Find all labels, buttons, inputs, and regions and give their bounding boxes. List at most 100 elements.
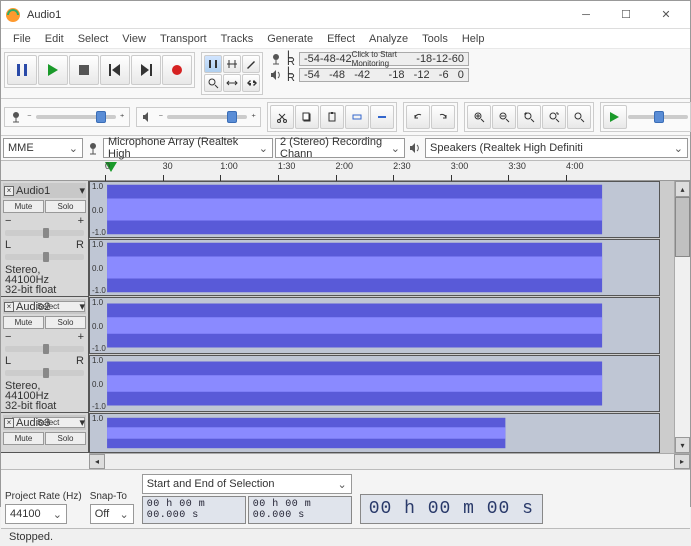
track-gain-1[interactable] (5, 230, 84, 236)
timeline-ruler[interactable]: 0301:001:302:002:303:003:304:00 (1, 161, 690, 181)
playback-meter[interactable]: -54-48-42 -18-12-60 (299, 68, 469, 82)
track-name-2[interactable]: Audio2 (16, 301, 50, 313)
pause-button[interactable] (7, 55, 37, 85)
track-mute-3[interactable]: Mute (3, 432, 44, 445)
timeline-tick: 3:00 (451, 161, 469, 180)
track-mute-2[interactable]: Mute (3, 316, 44, 329)
recording-device-combo[interactable]: Microphone Array (Realtek High⌄ (103, 138, 273, 158)
timeline-tick: 1:30 (278, 161, 296, 180)
minimize-button[interactable]: ─ (566, 1, 606, 29)
paste-button[interactable] (320, 105, 344, 129)
scroll-thumb-v[interactable] (675, 197, 690, 257)
scroll-left-button[interactable]: ◂ (89, 454, 105, 469)
menu-view[interactable]: View (116, 31, 152, 47)
menu-tools[interactable]: Tools (416, 31, 454, 47)
track-close-1[interactable]: × (4, 186, 14, 196)
track-mute-1[interactable]: Mute (3, 200, 44, 213)
menu-tracks[interactable]: Tracks (215, 31, 260, 47)
device-toolbar: MME⌄ Microphone Array (Realtek High⌄ 2 (… (1, 136, 690, 161)
waveform-t1-right[interactable]: 1.00.0-1.0 (89, 239, 660, 296)
draw-tool-button[interactable] (242, 55, 260, 73)
timeline-tick: 30 (163, 161, 173, 180)
track-gain-2[interactable] (5, 346, 84, 352)
fit-project-button[interactable] (542, 105, 566, 129)
copy-button[interactable] (295, 105, 319, 129)
track-name-3[interactable]: Audio3 (16, 417, 50, 429)
mic-icon (269, 52, 283, 66)
zoom-in-button[interactable] (467, 105, 491, 129)
redo-button[interactable] (431, 105, 455, 129)
menu-edit[interactable]: Edit (39, 31, 70, 47)
trim-button[interactable] (345, 105, 369, 129)
snap-to-label: Snap-To (90, 491, 134, 502)
zoom-toggle-button[interactable] (567, 105, 591, 129)
timeline-tick: 1:00 (220, 161, 238, 180)
mic-device-icon (85, 140, 101, 156)
zoom-tool-button[interactable] (204, 74, 222, 92)
timeshift-tool-button[interactable] (223, 74, 241, 92)
menu-file[interactable]: File (7, 31, 37, 47)
waveform-t1-left[interactable]: 1.00.0-1.0 (89, 181, 660, 238)
project-rate-label: Project Rate (Hz) (5, 491, 82, 502)
track-close-2[interactable]: × (4, 302, 14, 312)
record-button[interactable] (162, 55, 192, 85)
selection-mode-combo[interactable]: Start and End of Selection⌄ (142, 474, 352, 494)
recording-volume-slider[interactable] (36, 115, 116, 119)
track-panel-1: ×Audio1▾ MuteSolo −+ LR Stereo, 44100Hz3… (1, 181, 88, 297)
play-at-speed-button[interactable] (603, 105, 627, 129)
snap-to-combo[interactable]: Off⌄ (90, 504, 134, 524)
envelope-tool-button[interactable] (223, 55, 241, 73)
vertical-scrollbar[interactable]: ▴ ▾ (674, 181, 690, 453)
skip-end-button[interactable] (131, 55, 161, 85)
track-solo-1[interactable]: Solo (45, 200, 86, 213)
selection-toolbar: Project Rate (Hz) 44100⌄ Snap-To Off⌄ St… (1, 469, 690, 528)
scroll-down-button[interactable]: ▾ (675, 437, 690, 453)
track-pan-1[interactable] (5, 254, 84, 260)
status-bar: Stopped. (1, 528, 690, 546)
playback-device-combo[interactable]: Speakers (Realtek High Definiti⌄ (425, 138, 688, 158)
fit-selection-button[interactable] (517, 105, 541, 129)
waveform-t3[interactable]: 1.0 (89, 413, 660, 453)
recording-meter[interactable]: -54-48-42 Click to Start Monitoring -18-… (299, 52, 469, 66)
menu-select[interactable]: Select (72, 31, 115, 47)
track-pan-2[interactable] (5, 370, 84, 376)
playback-volume-slider[interactable] (167, 115, 247, 119)
menu-analyze[interactable]: Analyze (363, 31, 414, 47)
stop-button[interactable] (69, 55, 99, 85)
waveform-t2-left[interactable]: 1.00.0-1.0 (89, 297, 660, 354)
menu-transport[interactable]: Transport (154, 31, 213, 47)
selection-end[interactable]: 00 h 00 m 00.000 s (248, 496, 352, 524)
scroll-right-button[interactable]: ▸ (674, 454, 690, 469)
zoom-out-button[interactable] (492, 105, 516, 129)
scroll-up-button[interactable]: ▴ (675, 181, 690, 197)
play-button[interactable] (38, 55, 68, 85)
track-name-1[interactable]: Audio1 (16, 185, 50, 197)
horizontal-scrollbar[interactable]: ◂ ▸ (89, 453, 690, 469)
waveform-t2-right[interactable]: 1.00.0-1.0 (89, 355, 660, 412)
menu-help[interactable]: Help (456, 31, 491, 47)
silence-button[interactable] (370, 105, 394, 129)
track-solo-3[interactable]: Solo (45, 432, 86, 445)
undo-button[interactable] (406, 105, 430, 129)
audio-position[interactable]: 00 h 00 m 00 s (360, 494, 543, 524)
waveform-area[interactable]: 1.00.0-1.0 1.00.0-1.0 1.00.0-1.0 1.00.0-… (89, 181, 674, 453)
selection-start[interactable]: 00 h 00 m 00.000 s (142, 496, 246, 524)
speaker-slider-icon (141, 110, 155, 124)
selection-tool-button[interactable] (204, 55, 222, 73)
track-close-3[interactable]: × (4, 418, 14, 428)
cut-button[interactable] (270, 105, 294, 129)
audio-host-combo[interactable]: MME⌄ (3, 138, 83, 158)
skip-start-button[interactable] (100, 55, 130, 85)
multi-tool-button[interactable] (242, 74, 260, 92)
menu-generate[interactable]: Generate (261, 31, 319, 47)
tracks-area: ×Audio1▾ MuteSolo −+ LR Stereo, 44100Hz3… (1, 181, 690, 453)
recording-channels-combo[interactable]: 2 (Stereo) Recording Chann⌄ (275, 138, 405, 158)
maximize-button[interactable]: ☐ (606, 1, 646, 29)
timeline-tick: 0 (105, 161, 110, 180)
project-rate-combo[interactable]: 44100⌄ (5, 504, 67, 524)
play-speed-slider[interactable] (628, 115, 688, 119)
close-button[interactable]: ✕ (646, 1, 686, 29)
track-solo-2[interactable]: Solo (45, 316, 86, 329)
timeline-tick: 3:30 (508, 161, 526, 180)
menu-effect[interactable]: Effect (321, 31, 361, 47)
